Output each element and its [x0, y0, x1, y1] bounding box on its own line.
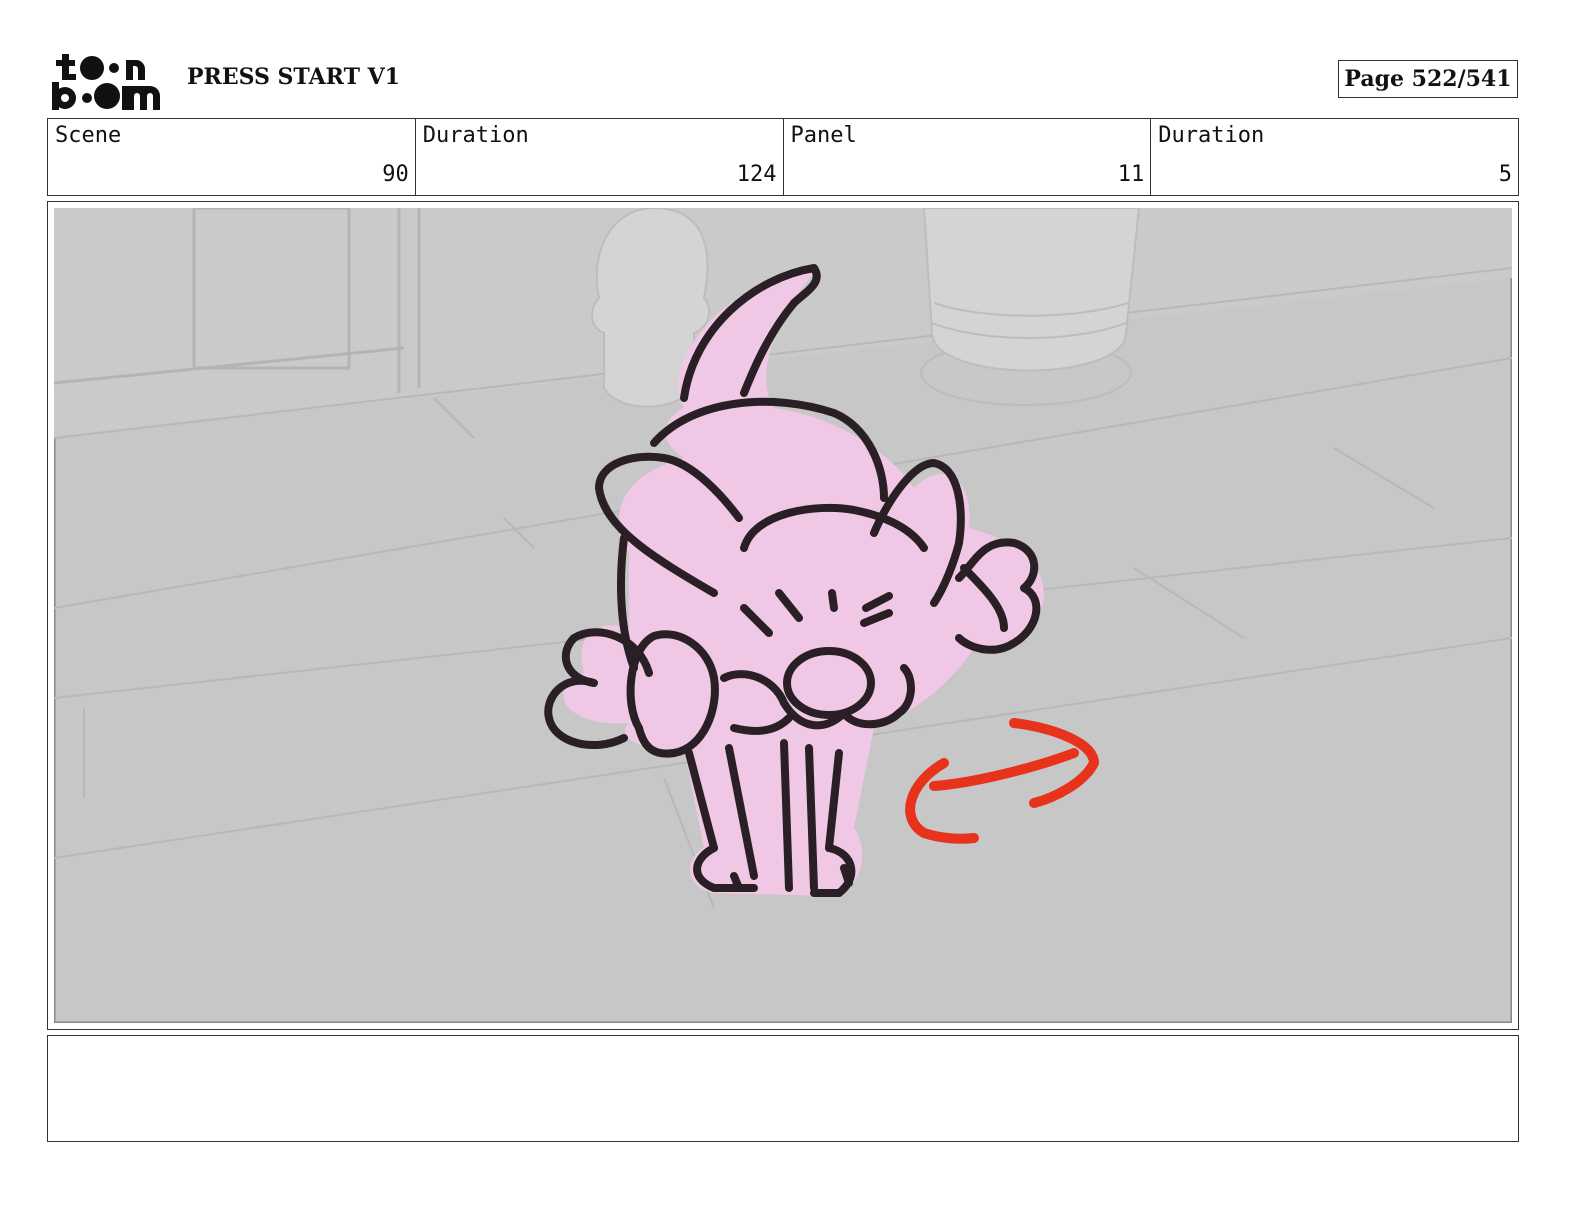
project-title: PRESS START V1: [187, 64, 400, 90]
scene-cell: Scene 90: [48, 119, 416, 195]
scene-duration-cell: Duration 124: [416, 119, 784, 195]
panel-value: 11: [1117, 162, 1145, 187]
toon-boom-logo-graphic: [52, 54, 160, 110]
scene-value: 90: [382, 162, 409, 187]
scene-label: Scene: [55, 123, 122, 148]
scene-duration-label: Duration: [422, 123, 529, 148]
panel-duration-value: 5: [1498, 162, 1512, 187]
scene-duration-value: 124: [736, 162, 777, 187]
panel-duration-cell: Duration 5: [1151, 119, 1518, 195]
scene-info-table: Scene 90 Duration 124 Panel 11 Duration …: [47, 118, 1519, 196]
panel-duration-label: Duration: [1158, 123, 1265, 148]
right-pot: [920, 208, 1141, 406]
panel-notes-box: [47, 1035, 1519, 1142]
page-indicator: Page 522/541: [1338, 60, 1518, 98]
panel-drawing: [54, 208, 1512, 1023]
panel-label: Panel: [790, 123, 857, 148]
panel-cell: Panel 11: [784, 119, 1152, 195]
toon-boom-logo: [50, 50, 166, 114]
storyboard-panel: [47, 201, 1519, 1030]
